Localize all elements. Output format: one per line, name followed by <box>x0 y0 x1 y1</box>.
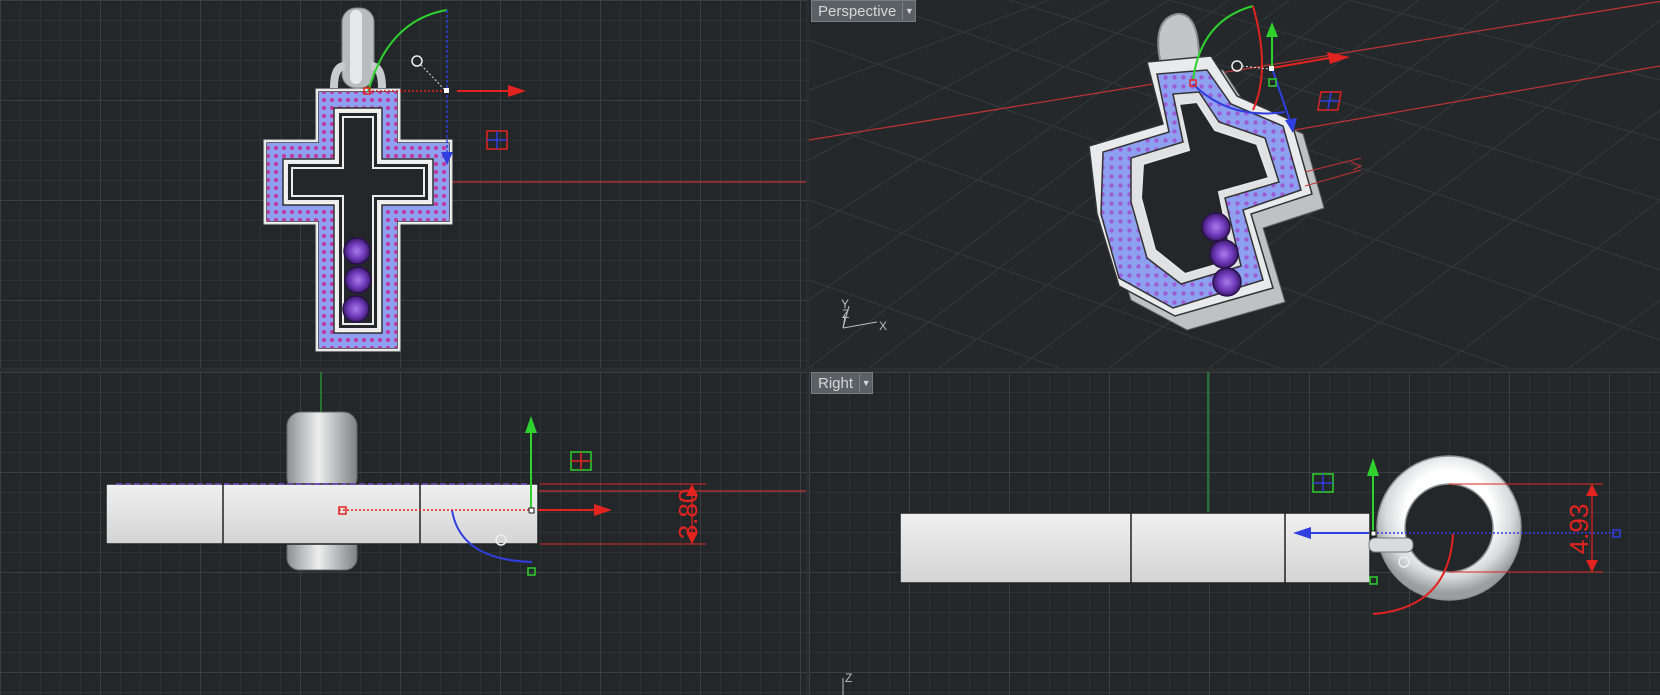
world-x-axis-line-persp <box>1248 65 1660 139</box>
axis-indicator: X Y Z <box>841 297 887 333</box>
perspective-viewport-canvas: X Y Z <box>809 0 1660 368</box>
front-viewport-canvas: 3.80 <box>105 372 806 576</box>
front-viewport[interactable]: 3.80 <box>0 372 806 695</box>
bail-ring-right[interactable] <box>1368 455 1522 601</box>
axis-x-label: X <box>879 319 887 333</box>
stones-top[interactable] <box>342 237 372 323</box>
viewport-name: Right <box>818 374 854 392</box>
rhino-four-viewports: X Y Z Perspective ▼ 3.80 4.93 Z Right ▼ <box>0 0 1660 695</box>
axis-z-label: Z <box>845 671 852 685</box>
viewport-title-perspective[interactable]: Perspective ▼ <box>811 0 917 22</box>
grid-icon[interactable] <box>1312 473 1334 493</box>
dimension-front[interactable]: 3.80 <box>540 483 706 545</box>
dimension-value: 3.80 <box>673 489 703 540</box>
top-viewport[interactable] <box>0 0 806 368</box>
cross-body-right[interactable] <box>899 512 1371 584</box>
axis-z-label: Z <box>842 307 849 321</box>
top-viewport-canvas <box>263 7 806 352</box>
dimension-value: 4.93 <box>1564 504 1594 555</box>
cross-body-front[interactable] <box>105 483 539 545</box>
chevron-down-icon[interactable]: ▼ <box>902 2 915 20</box>
viewport-title-right[interactable]: Right ▼ <box>811 372 874 394</box>
grid-icon[interactable] <box>486 130 508 150</box>
axis-indicator-right: Z <box>842 671 852 695</box>
perspective-viewport[interactable]: X Y Z Perspective ▼ <box>809 0 1660 368</box>
bail-ring[interactable] <box>330 7 386 89</box>
viewport-name: Perspective <box>818 2 897 20</box>
grid-icon[interactable] <box>570 451 592 471</box>
chevron-down-icon[interactable]: ▼ <box>859 374 872 392</box>
right-viewport[interactable]: 4.93 Z Right ▼ <box>809 372 1660 695</box>
grid-icon[interactable] <box>1316 91 1342 111</box>
cross-pendant-persp[interactable] <box>1088 55 1325 331</box>
right-viewport-canvas: 4.93 Z <box>842 372 1621 695</box>
